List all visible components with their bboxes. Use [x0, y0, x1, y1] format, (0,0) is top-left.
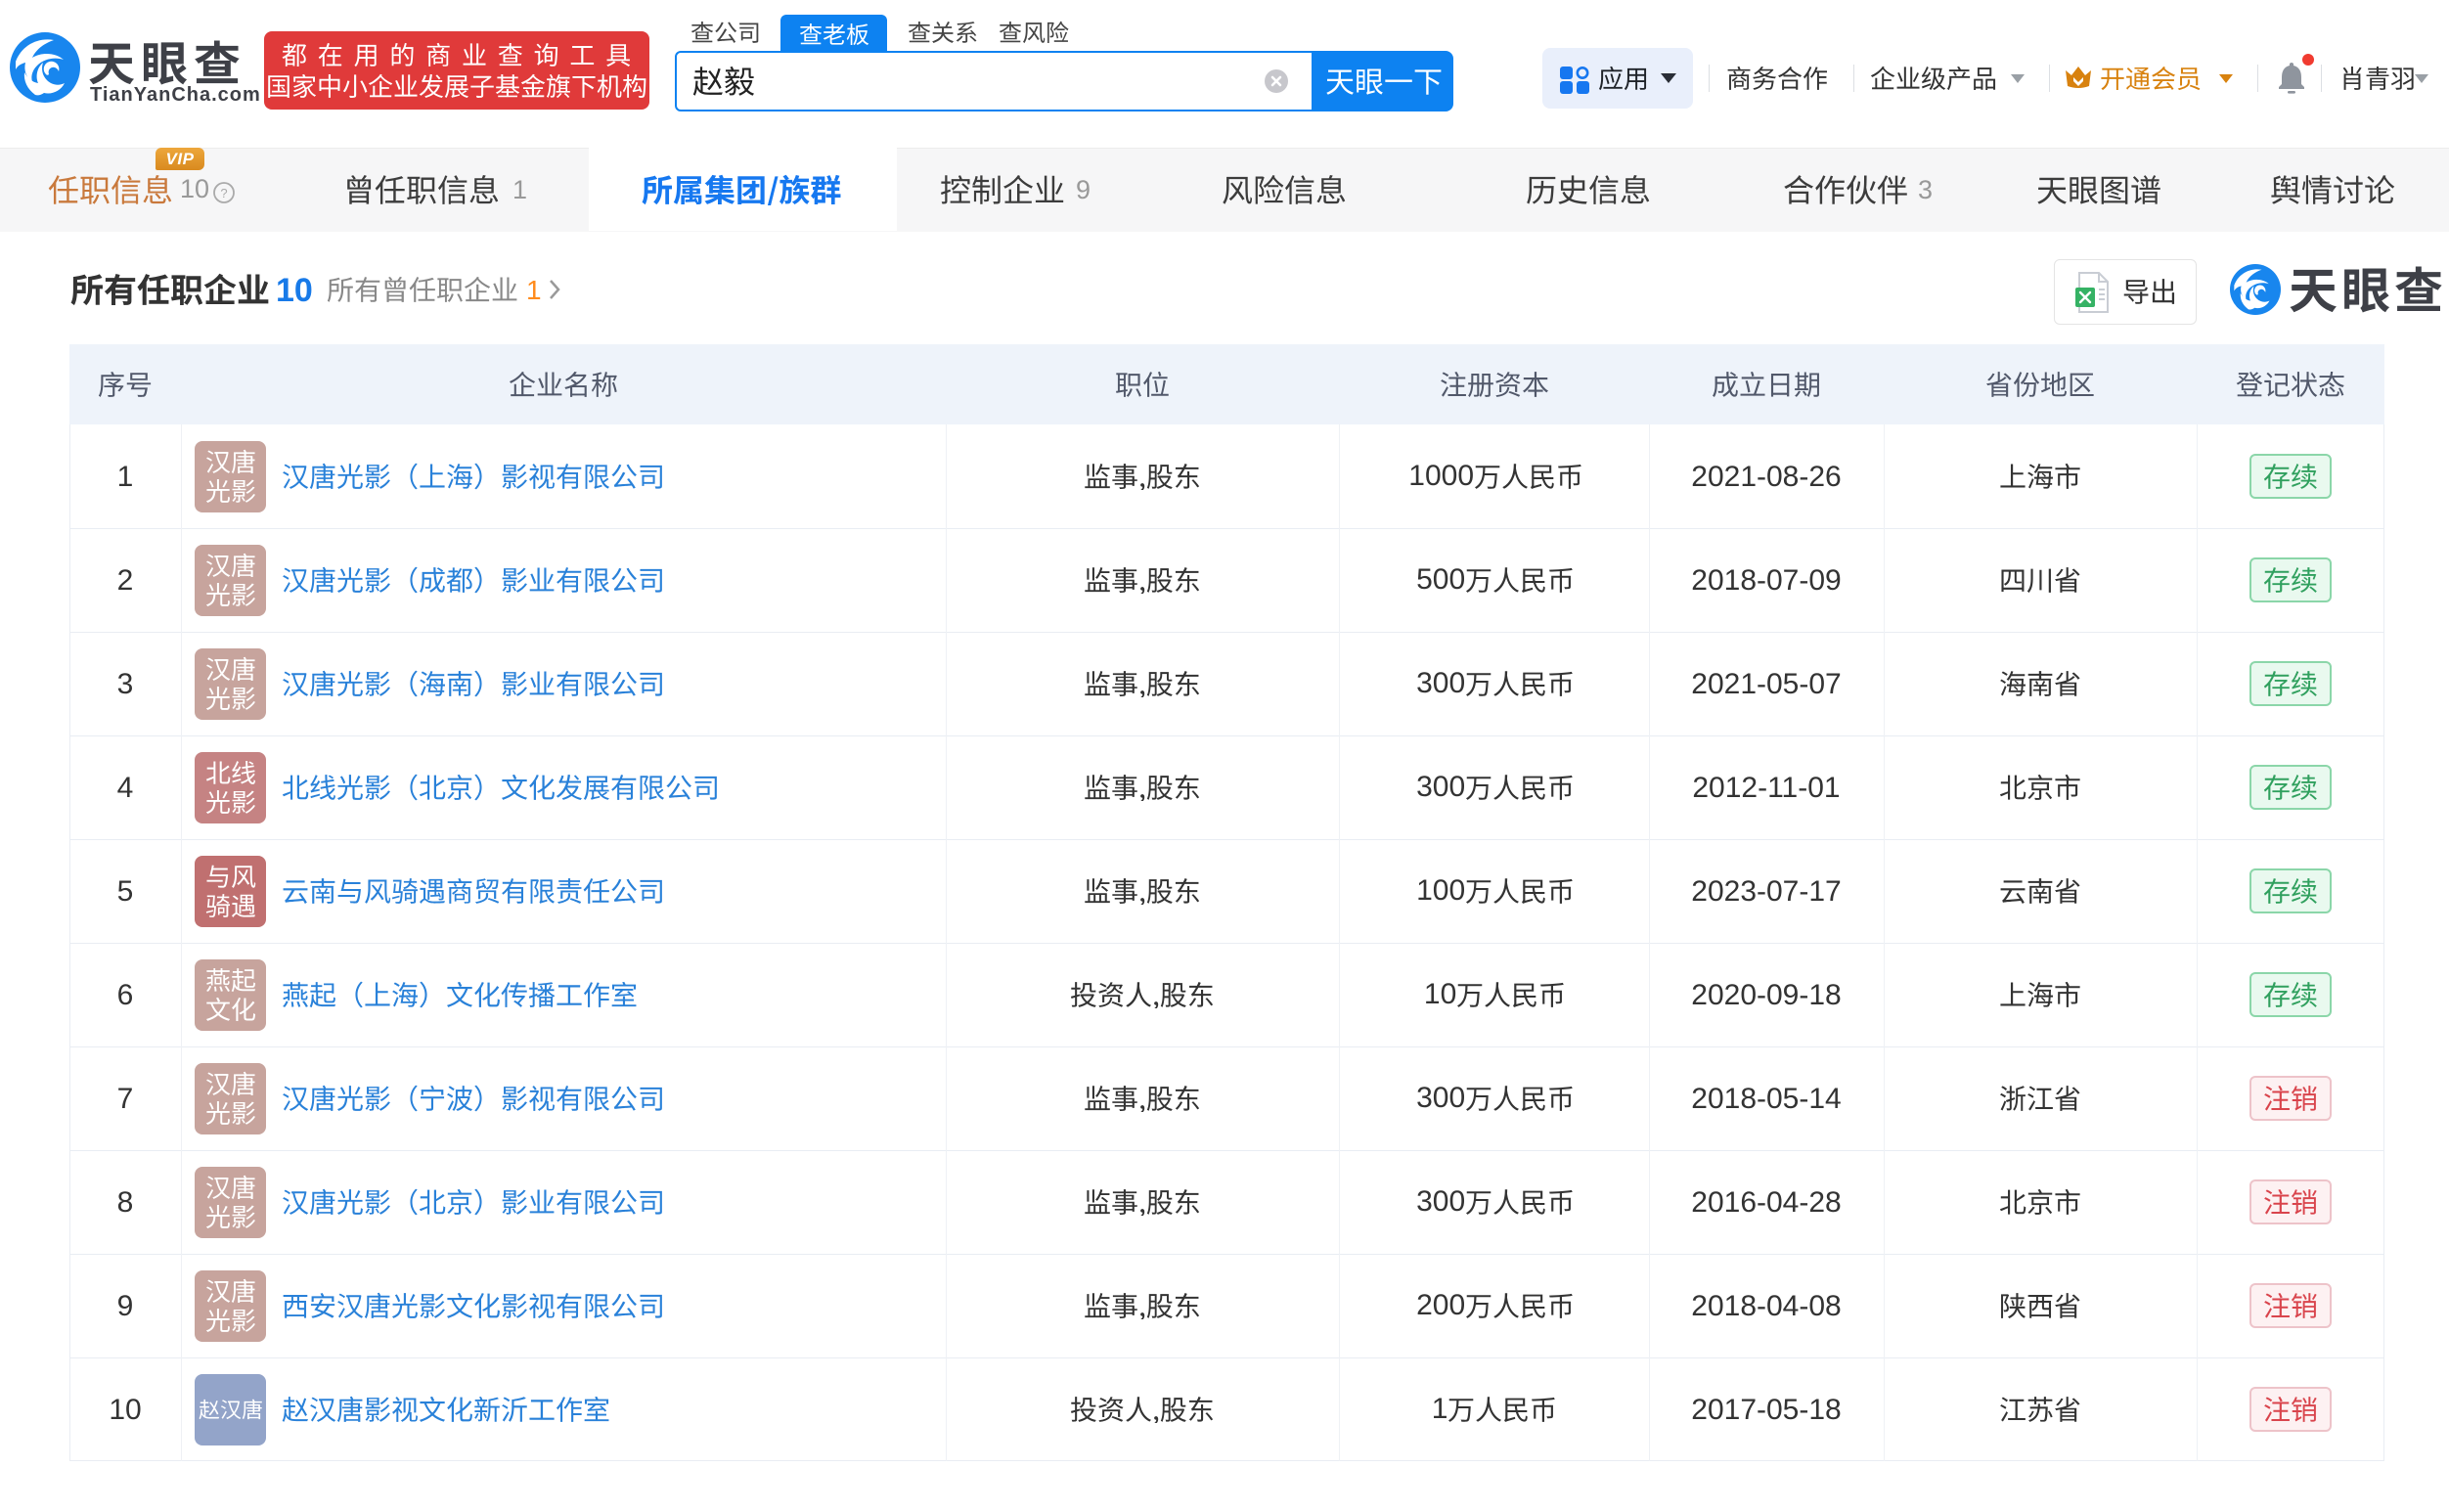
svg-text:?: ?	[220, 186, 227, 200]
